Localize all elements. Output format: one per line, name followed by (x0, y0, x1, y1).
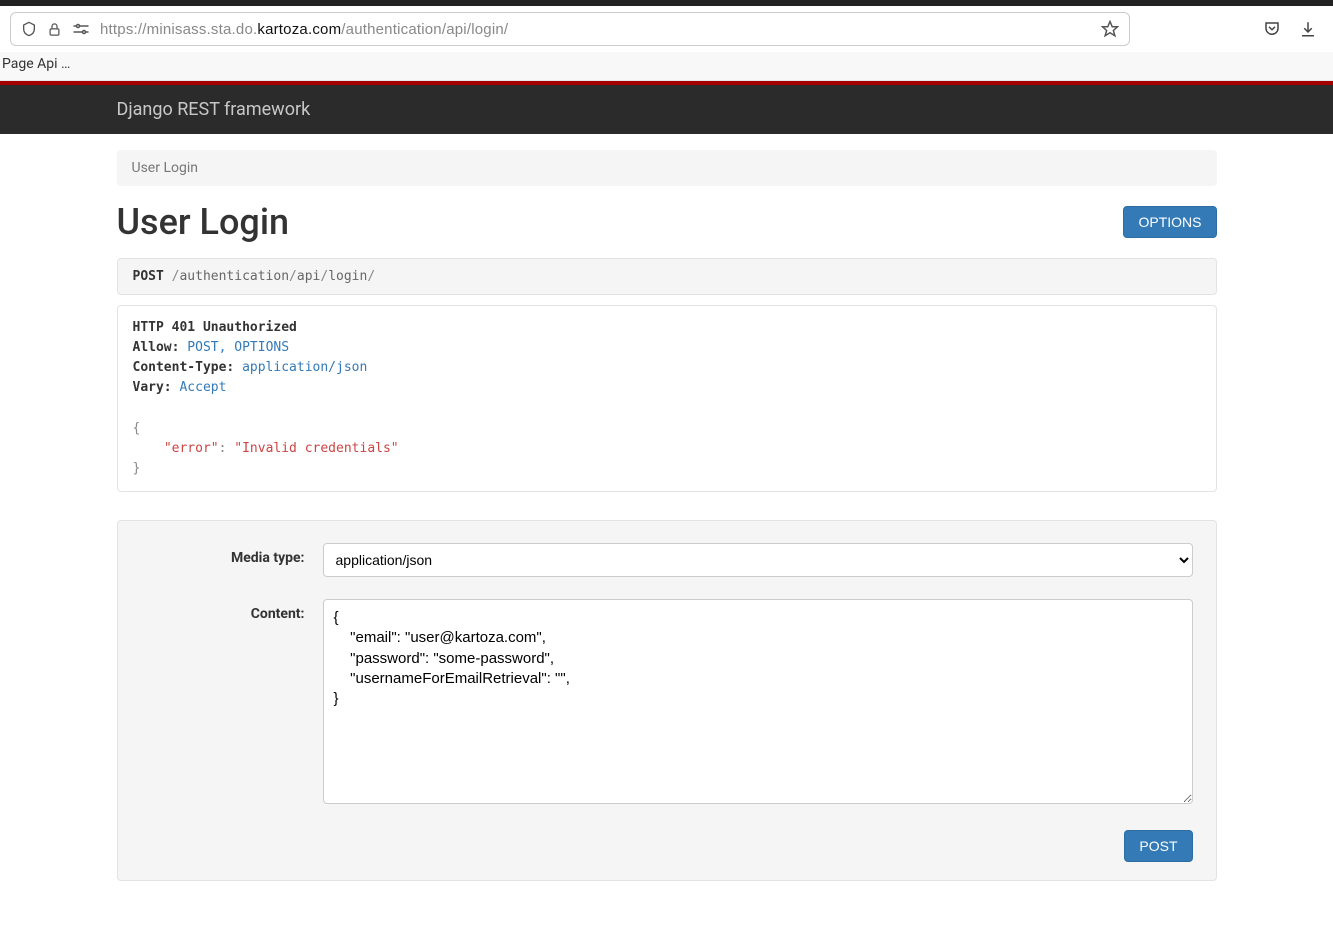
bookmark-star-icon[interactable] (1101, 20, 1119, 38)
toolbar-right-icons (1263, 20, 1317, 38)
form-panel: Media type: application/json Content: PO… (117, 520, 1217, 881)
json-key: "error" (164, 441, 219, 456)
lock-icon (47, 22, 62, 37)
media-type-select[interactable]: application/json (323, 543, 1193, 577)
options-button[interactable]: OPTIONS (1123, 206, 1216, 238)
bookmark-bar: Page Api … (0, 52, 1333, 81)
request-method: POST (133, 269, 164, 284)
response-status: HTTP 401 Unauthorized (133, 320, 297, 335)
settings-toggle-icon[interactable] (72, 22, 90, 36)
url-path: /authentication/api/login/ (341, 21, 508, 38)
content-textarea[interactable] (323, 599, 1193, 804)
json-value: "Invalid credentials" (234, 441, 398, 456)
main-container: User Login User Login OPTIONS POST /auth… (102, 150, 1232, 881)
page-title: User Login (117, 201, 290, 243)
pocket-icon[interactable] (1263, 20, 1281, 38)
address-row: https://minisass.sta.do.kartoza.com/auth… (0, 6, 1333, 52)
url-protocol: https:// (100, 21, 147, 38)
navbar-brand[interactable]: Django REST framework (117, 99, 311, 120)
bookmark-item[interactable]: Page Api … (2, 56, 70, 72)
request-path: /authentication/api/login/ (172, 269, 376, 284)
address-bar[interactable]: https://minisass.sta.do.kartoza.com/auth… (10, 12, 1130, 46)
breadcrumb-item[interactable]: User Login (132, 160, 198, 176)
post-button[interactable]: POST (1124, 830, 1192, 862)
media-type-label: Media type: (133, 543, 323, 577)
navbar: Django REST framework (0, 85, 1333, 134)
url-host-pre: minisass.sta.do. (147, 21, 258, 38)
page-header: User Login OPTIONS (117, 201, 1217, 243)
content-label: Content: (133, 599, 323, 808)
download-icon[interactable] (1299, 20, 1317, 38)
url-host-bold: kartoza.com (257, 21, 341, 38)
request-info: POST /authentication/api/login/ (117, 258, 1217, 295)
url-text: https://minisass.sta.do.kartoza.com/auth… (100, 21, 508, 38)
response-block: HTTP 401 Unauthorized Allow: POST, OPTIO… (117, 305, 1217, 492)
shield-icon (21, 21, 37, 37)
breadcrumb: User Login (117, 150, 1217, 186)
